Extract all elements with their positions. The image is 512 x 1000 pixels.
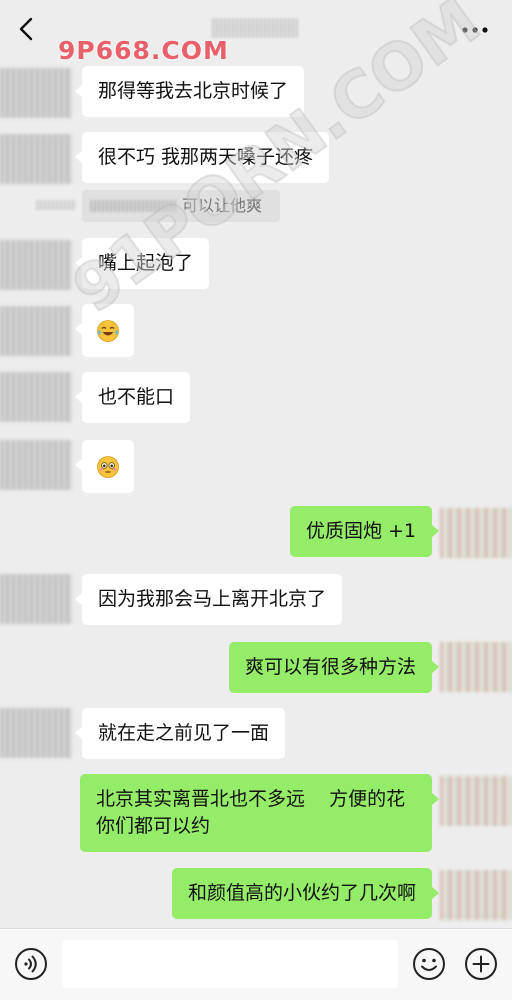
message-bubble[interactable]: 也不能口: [74, 372, 191, 423]
chevron-left-icon[interactable]: [14, 16, 40, 42]
avatar[interactable]: [0, 306, 72, 356]
avatar[interactable]: [440, 642, 512, 692]
chat-header: 9P668.COM: [0, 0, 512, 65]
avatar[interactable]: [0, 372, 72, 422]
message-bubble[interactable]: 嘴上起泡了: [74, 238, 210, 289]
message-bubble[interactable]: 和颜值高的小伙约了几次啊: [171, 868, 440, 919]
message-bubble[interactable]: 优质固炮 +1: [289, 506, 440, 557]
avatar[interactable]: [0, 708, 72, 758]
quote-source-blurred: [90, 200, 176, 212]
emoji-message-bubble[interactable]: [75, 440, 134, 493]
message-bubble[interactable]: 因为我那会马上离开北京了: [74, 574, 343, 625]
emoji-message-bubble[interactable]: [75, 304, 134, 357]
message-bubble[interactable]: 那得等我去北京时候了: [74, 66, 305, 117]
avatar[interactable]: [0, 440, 72, 490]
message-bubble[interactable]: 就在走之前见了一面: [74, 708, 286, 759]
avatar[interactable]: [0, 574, 72, 624]
avatar[interactable]: [0, 68, 72, 118]
joy-tears-emoji: [97, 319, 119, 342]
avatar[interactable]: [440, 776, 512, 826]
plus-circle-icon[interactable]: [464, 947, 498, 981]
avatar[interactable]: [0, 240, 72, 290]
flushed-emoji: [97, 455, 119, 478]
smiley-icon[interactable]: [412, 947, 446, 981]
quoted-message[interactable]: 可以让他爽: [82, 190, 280, 222]
avatar[interactable]: [440, 870, 512, 920]
message-bubble[interactable]: 北京其实离晋北也不多远 方便的花你们都可以约: [80, 774, 439, 852]
input-bar: [0, 928, 512, 1000]
more-dots-icon[interactable]: [460, 20, 490, 40]
avatar[interactable]: [440, 508, 512, 558]
chat-message-list[interactable]: 那得等我去北京时候了 很不巧 我那两天嗓子还疼 可以让他爽 嘴上起泡了 也不能口: [0, 0, 512, 928]
message-bubble[interactable]: 很不巧 我那两天嗓子还疼: [74, 132, 330, 183]
avatar[interactable]: [0, 134, 72, 184]
message-input[interactable]: [62, 940, 398, 988]
quote-sender-blurred: [36, 200, 76, 210]
voice-icon[interactable]: [14, 947, 48, 981]
message-bubble[interactable]: 爽可以有很多种方法: [228, 642, 440, 693]
chat-title-blurred: [212, 18, 298, 38]
quote-text: 可以让他爽: [182, 196, 263, 215]
